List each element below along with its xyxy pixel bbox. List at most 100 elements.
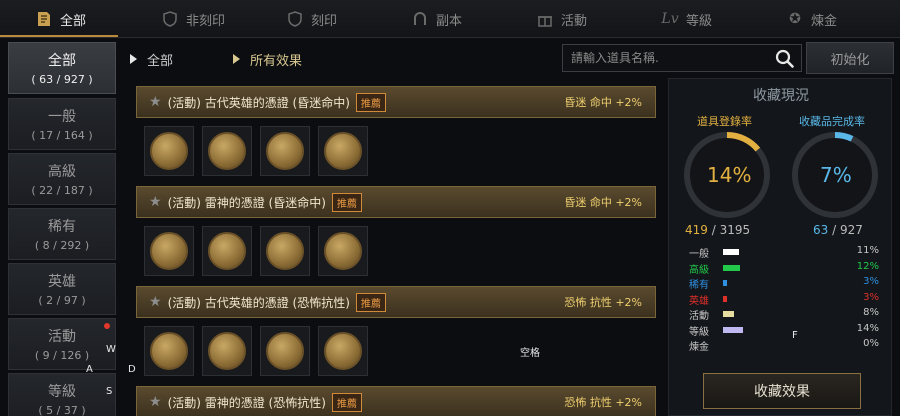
- entry-header[interactable]: ★ (活動) 雷神的憑證 (恐怖抗性) 推薦 恐怖 抗性 +2%: [136, 386, 656, 416]
- play-triangle-icon: [233, 54, 241, 64]
- crumb-effect-filter[interactable]: 所有效果: [233, 50, 302, 69]
- tab-label: 副本: [436, 13, 463, 29]
- key-hint-f: F: [792, 330, 798, 341]
- item-slot[interactable]: [144, 126, 194, 176]
- sidebar-item-all[interactable]: 全部 ( 63 / 927 ): [8, 42, 116, 94]
- grade-percent: 0%: [863, 338, 879, 349]
- entry-effect: 恐怖 抗性 +2%: [564, 396, 642, 409]
- coin-icon: [324, 232, 362, 270]
- tab-alchemy[interactable]: ✪ 煉金: [785, 0, 837, 38]
- grade-bar: [723, 264, 740, 271]
- sidebar-item-normal[interactable]: 一般 ( 17 / 164 ): [8, 98, 116, 150]
- grade-bar: [723, 295, 727, 302]
- panel-title: 收藏現況: [753, 88, 809, 104]
- grade-percent: 14%: [856, 322, 879, 334]
- sidebar-item-label: 稀有: [48, 219, 76, 235]
- item-slot[interactable]: [202, 326, 252, 376]
- search-icon[interactable]: [775, 49, 795, 69]
- sidebar-item-count: ( 2 / 97 ): [38, 294, 86, 307]
- collect-rate-have: 63: [813, 223, 829, 237]
- collection-effect-button[interactable]: 收藏效果: [703, 373, 861, 409]
- crumb-category[interactable]: 全部: [130, 50, 173, 69]
- collection-entry[interactable]: ★ (活動) 古代英雄的憑證 (恐怖抗性) 推薦 恐怖 抗性 +2%: [136, 286, 656, 376]
- item-slot[interactable]: [318, 226, 368, 276]
- sidebar-item-advanced[interactable]: 高級 ( 22 / 187 ): [8, 153, 116, 205]
- item-slot[interactable]: [260, 326, 310, 376]
- tab-label: 全部: [60, 13, 87, 29]
- sidebar-item-count: ( 5 / 37 ): [38, 404, 86, 416]
- entry-name: (活動) 雷神的憑證 (恐怖抗性): [167, 395, 326, 410]
- recommended-badge: 推薦: [331, 392, 362, 412]
- item-slots: [136, 218, 656, 276]
- tab-level[interactable]: Lv 等級: [660, 0, 712, 38]
- coin-icon: [150, 232, 188, 270]
- coin-icon: [208, 132, 246, 170]
- item-slot[interactable]: [260, 126, 310, 176]
- collection-list: ★ (活動) 古代英雄的憑證 (昏迷命中) 推薦 昏迷 命中 +2% ★ (活動…: [136, 84, 656, 416]
- item-slot[interactable]: [318, 326, 368, 376]
- tab-dungeon[interactable]: 副本: [410, 0, 462, 38]
- key-hint-s: S: [106, 386, 113, 397]
- sidebar-item-level[interactable]: 等級 ( 5 / 37 ): [8, 373, 116, 416]
- grade-name: 等級: [689, 326, 709, 338]
- recommended-badge: 推薦: [355, 292, 386, 312]
- tab-event[interactable]: 活動: [535, 0, 587, 38]
- collect-rate-percent: 7%: [820, 163, 852, 187]
- level-icon: Lv: [661, 11, 679, 27]
- grade-name: 活動: [689, 311, 709, 322]
- tab-label: 刻印: [311, 13, 338, 29]
- item-slot[interactable]: [202, 226, 252, 276]
- entry-header[interactable]: ★ (活動) 雷神的憑證 (昏迷命中) 推薦 昏迷 命中 +2%: [136, 186, 656, 218]
- sidebar-item-event[interactable]: 活動 ( 9 / 126 ): [8, 318, 116, 370]
- collection-entry[interactable]: ★ (活動) 雷神的憑證 (昏迷命中) 推薦 昏迷 命中 +2%: [136, 186, 656, 276]
- reset-button[interactable]: 初始化: [806, 42, 894, 74]
- sidebar-item-count: ( 22 / 187 ): [31, 184, 93, 197]
- sidebar-item-rare[interactable]: 稀有 ( 8 / 292 ): [8, 208, 116, 260]
- category-tab-bar: 全部 非刻印 刻印 副本 活動 Lv 等級 ✪ 煉金: [0, 0, 900, 38]
- grade-bar: [723, 249, 739, 255]
- item-slot[interactable]: [202, 126, 252, 176]
- coin-icon: [266, 132, 304, 170]
- grade-name: 一般: [689, 249, 709, 260]
- key-hint-a: A: [86, 364, 93, 375]
- grade-row: 一般 11%: [689, 245, 879, 260]
- item-slot[interactable]: [144, 226, 194, 276]
- sidebar-item-count: ( 17 / 164 ): [31, 129, 93, 142]
- grade-name: 高級: [689, 264, 709, 276]
- grade-row: 等級 14%: [689, 323, 879, 338]
- tab-label: 煉金: [811, 13, 838, 29]
- grade-row: 活動 8%: [689, 307, 879, 322]
- item-slot[interactable]: [318, 126, 368, 176]
- tab-label: 非刻印: [186, 13, 226, 29]
- item-slots: [136, 318, 656, 376]
- entry-name: (活動) 古代英雄的憑證 (昏迷命中): [167, 95, 350, 110]
- favorite-star-icon[interactable]: ★: [149, 194, 162, 210]
- coin-icon: [324, 132, 362, 170]
- entry-header[interactable]: ★ (活動) 古代英雄的憑證 (昏迷命中) 推薦 昏迷 命中 +2%: [136, 86, 656, 118]
- coin-icon: [208, 232, 246, 270]
- favorite-star-icon[interactable]: ★: [149, 294, 162, 310]
- entry-header[interactable]: ★ (活動) 古代英雄的憑證 (恐怖抗性) 推薦 恐怖 抗性 +2%: [136, 286, 656, 318]
- item-slot[interactable]: [144, 326, 194, 376]
- grade-row: 煉金 0%: [689, 338, 879, 353]
- favorite-star-icon[interactable]: ★: [149, 394, 162, 410]
- tab-non-engraved[interactable]: 非刻印: [160, 0, 225, 38]
- favorite-star-icon[interactable]: ★: [149, 94, 162, 110]
- grade-row: 高級 12%: [689, 261, 879, 276]
- tab-engraved[interactable]: 刻印: [285, 0, 337, 38]
- sidebar-item-hero[interactable]: 英雄 ( 2 / 97 ): [8, 263, 116, 315]
- grade-name: 英雄: [689, 295, 709, 307]
- entry-effect: 昏迷 命中 +2%: [564, 196, 642, 209]
- item-slot[interactable]: [260, 226, 310, 276]
- entry-name: (活動) 古代英雄的憑證 (恐怖抗性): [167, 295, 350, 310]
- key-hint-d: D: [128, 364, 136, 375]
- item-slots: [136, 118, 656, 176]
- grade-bar: [723, 280, 727, 286]
- search-input[interactable]: [571, 51, 771, 65]
- collection-entry[interactable]: ★ (活動) 雷神的憑證 (恐怖抗性) 推薦 恐怖 抗性 +2%: [136, 386, 656, 416]
- collection-entry[interactable]: ★ (活動) 古代英雄的憑證 (昏迷命中) 推薦 昏迷 命中 +2%: [136, 86, 656, 176]
- coin-icon: [208, 332, 246, 370]
- shield-icon: [285, 9, 305, 29]
- book-icon: [34, 9, 54, 29]
- tab-all[interactable]: 全部: [34, 0, 86, 38]
